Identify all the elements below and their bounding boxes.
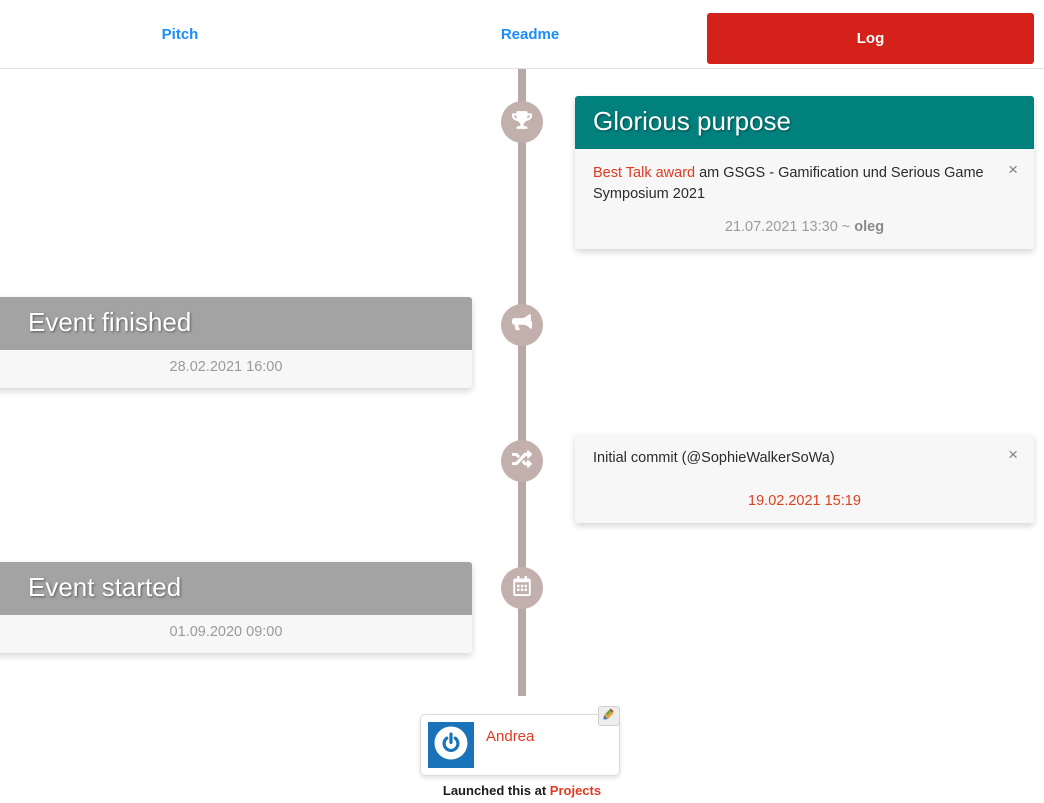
timeline-card-glorious-purpose: Glorious purpose × Best Talk award am GS… — [575, 96, 1034, 250]
top-navbar: Pitch Readme Log — [0, 0, 1044, 69]
card-timestamp: 28.02.2021 16:00 — [169, 359, 283, 375]
footer-note-text: Launched this at — [442, 783, 550, 798]
trophy-icon — [512, 110, 532, 135]
power-icon — [434, 726, 468, 765]
timeline-node-calendar[interactable] — [501, 567, 543, 609]
card-body: × Initial commit (@SophieWalkerSoWa) — [575, 434, 1034, 479]
pencil-icon — [603, 707, 615, 725]
close-icon[interactable]: × — [1004, 159, 1022, 180]
card-text: Initial commit (@SophieWalkerSoWa) — [593, 450, 835, 466]
card-body: × Best Talk award am GSGS - Gamification… — [575, 149, 1034, 205]
card-timestamp: 19.02.2021 15:19 — [748, 493, 861, 510]
card-title: Glorious purpose — [575, 96, 1034, 149]
footer-note-link[interactable]: Projects — [550, 783, 601, 798]
timeline-card-initial-commit: × Initial commit (@SophieWalkerSoWa) 19.… — [575, 434, 1034, 524]
footer-note: Launched this at Projects — [0, 783, 1044, 798]
tab-readme[interactable]: Readme — [430, 0, 630, 69]
timeline-node-trophy[interactable] — [501, 101, 543, 143]
megaphone-icon — [512, 313, 534, 338]
avatar — [428, 722, 474, 768]
timeline-card-event-finished: Event finished 28.02.2021 16:00 — [0, 297, 472, 388]
tab-pitch[interactable]: Pitch — [80, 0, 280, 69]
timeline-node-megaphone[interactable] — [501, 304, 543, 346]
calendar-icon — [512, 575, 532, 601]
close-icon[interactable]: × — [1004, 444, 1022, 465]
card-text-highlight: Best Talk award — [593, 165, 696, 181]
tab-log[interactable]: Log — [707, 13, 1034, 64]
timeline-page: Pitch Readme Log Glorious purpose × Best… — [0, 0, 1044, 803]
card-title: Event finished — [0, 297, 472, 350]
card-timestamp: 01.09.2020 09:00 — [169, 624, 283, 640]
card-text: Best Talk award am GSGS - Gamification u… — [593, 163, 990, 205]
edit-button[interactable] — [598, 706, 620, 726]
shuffle-icon — [512, 449, 532, 474]
card-title: Event started — [0, 562, 472, 615]
card-timestamp: 21.07.2021 13:30 ~ oleg — [575, 205, 1034, 249]
footer-user-name[interactable]: Andrea — [486, 728, 534, 745]
footer-user-card[interactable]: Andrea — [420, 706, 620, 776]
timeline-card-event-started: Event started 01.09.2020 09:00 — [0, 562, 472, 653]
timestamp-author: oleg — [854, 219, 885, 236]
timestamp-value: 21.07.2021 13:30 ~ — [724, 219, 855, 236]
timeline-node-shuffle[interactable] — [501, 440, 543, 482]
